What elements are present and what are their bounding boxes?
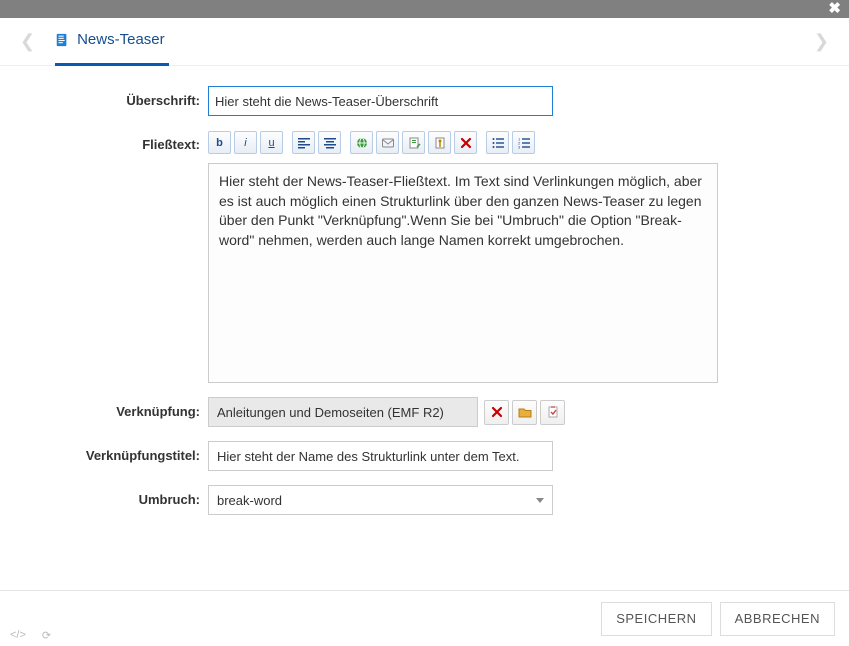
mail-button[interactable] [376,131,399,154]
footer-util-icons: </> ⟳ [10,629,51,642]
underline-button[interactable]: u [260,131,283,154]
unordered-list-button[interactable] [486,131,509,154]
tab-label: News-Teaser [77,16,165,64]
label-linktitle: Verknüpfungstitel: [28,441,208,463]
link-paste-button[interactable] [540,400,565,425]
tab-news-teaser[interactable]: News-Teaser [55,18,169,66]
link-button[interactable] [350,131,373,154]
heading-input[interactable] [208,86,553,116]
chevron-down-icon [536,498,544,503]
label-link: Verknüpfung: [28,397,208,419]
nav-prev-icon[interactable]: ❮ [16,31,39,52]
underline-icon: u [268,137,274,149]
file-link-button[interactable] [402,131,425,154]
wrap-select[interactable]: break-word [208,485,553,515]
bold-button[interactable]: b [208,131,231,154]
align-center-button[interactable] [318,131,341,154]
ordered-list-button[interactable]: 123 [512,131,535,154]
link-value-display: Anleitungen und Demoseiten (EMF R2) [208,397,478,427]
italic-button[interactable]: i [234,131,257,154]
svg-text:3: 3 [518,144,521,149]
close-icon[interactable]: ✖ [828,2,841,16]
wrap-select-value: break-word [217,493,282,508]
bold-icon: b [216,137,223,149]
link-browse-button[interactable] [512,400,537,425]
richtext-toolbar: b i u 123 [208,130,718,155]
document-icon [55,33,69,47]
tab-bar: ❮ News-Teaser ❯ [0,18,849,66]
label-heading: Überschrift: [28,86,208,108]
link-actions [484,400,565,425]
nav-next-icon[interactable]: ❯ [810,31,833,52]
link-remove-button[interactable] [484,400,509,425]
cancel-button[interactable]: ABBRECHEN [720,602,835,636]
dialog-footer: SPEICHERN ABBRECHEN [0,590,849,646]
label-body: Fließtext: [28,130,208,152]
linktitle-input[interactable] [208,441,553,471]
italic-icon: i [244,137,246,149]
label-wrap: Umbruch: [28,485,208,507]
form-area: Überschrift: Fließtext: b i u [0,66,849,590]
align-left-button[interactable] [292,131,315,154]
body-textarea[interactable] [208,163,718,383]
save-button[interactable]: SPEICHERN [601,602,711,636]
refresh-icon[interactable]: ⟳ [42,629,51,642]
anchor-button[interactable] [428,131,451,154]
unlink-button[interactable] [454,131,477,154]
code-icon[interactable]: </> [10,629,26,642]
